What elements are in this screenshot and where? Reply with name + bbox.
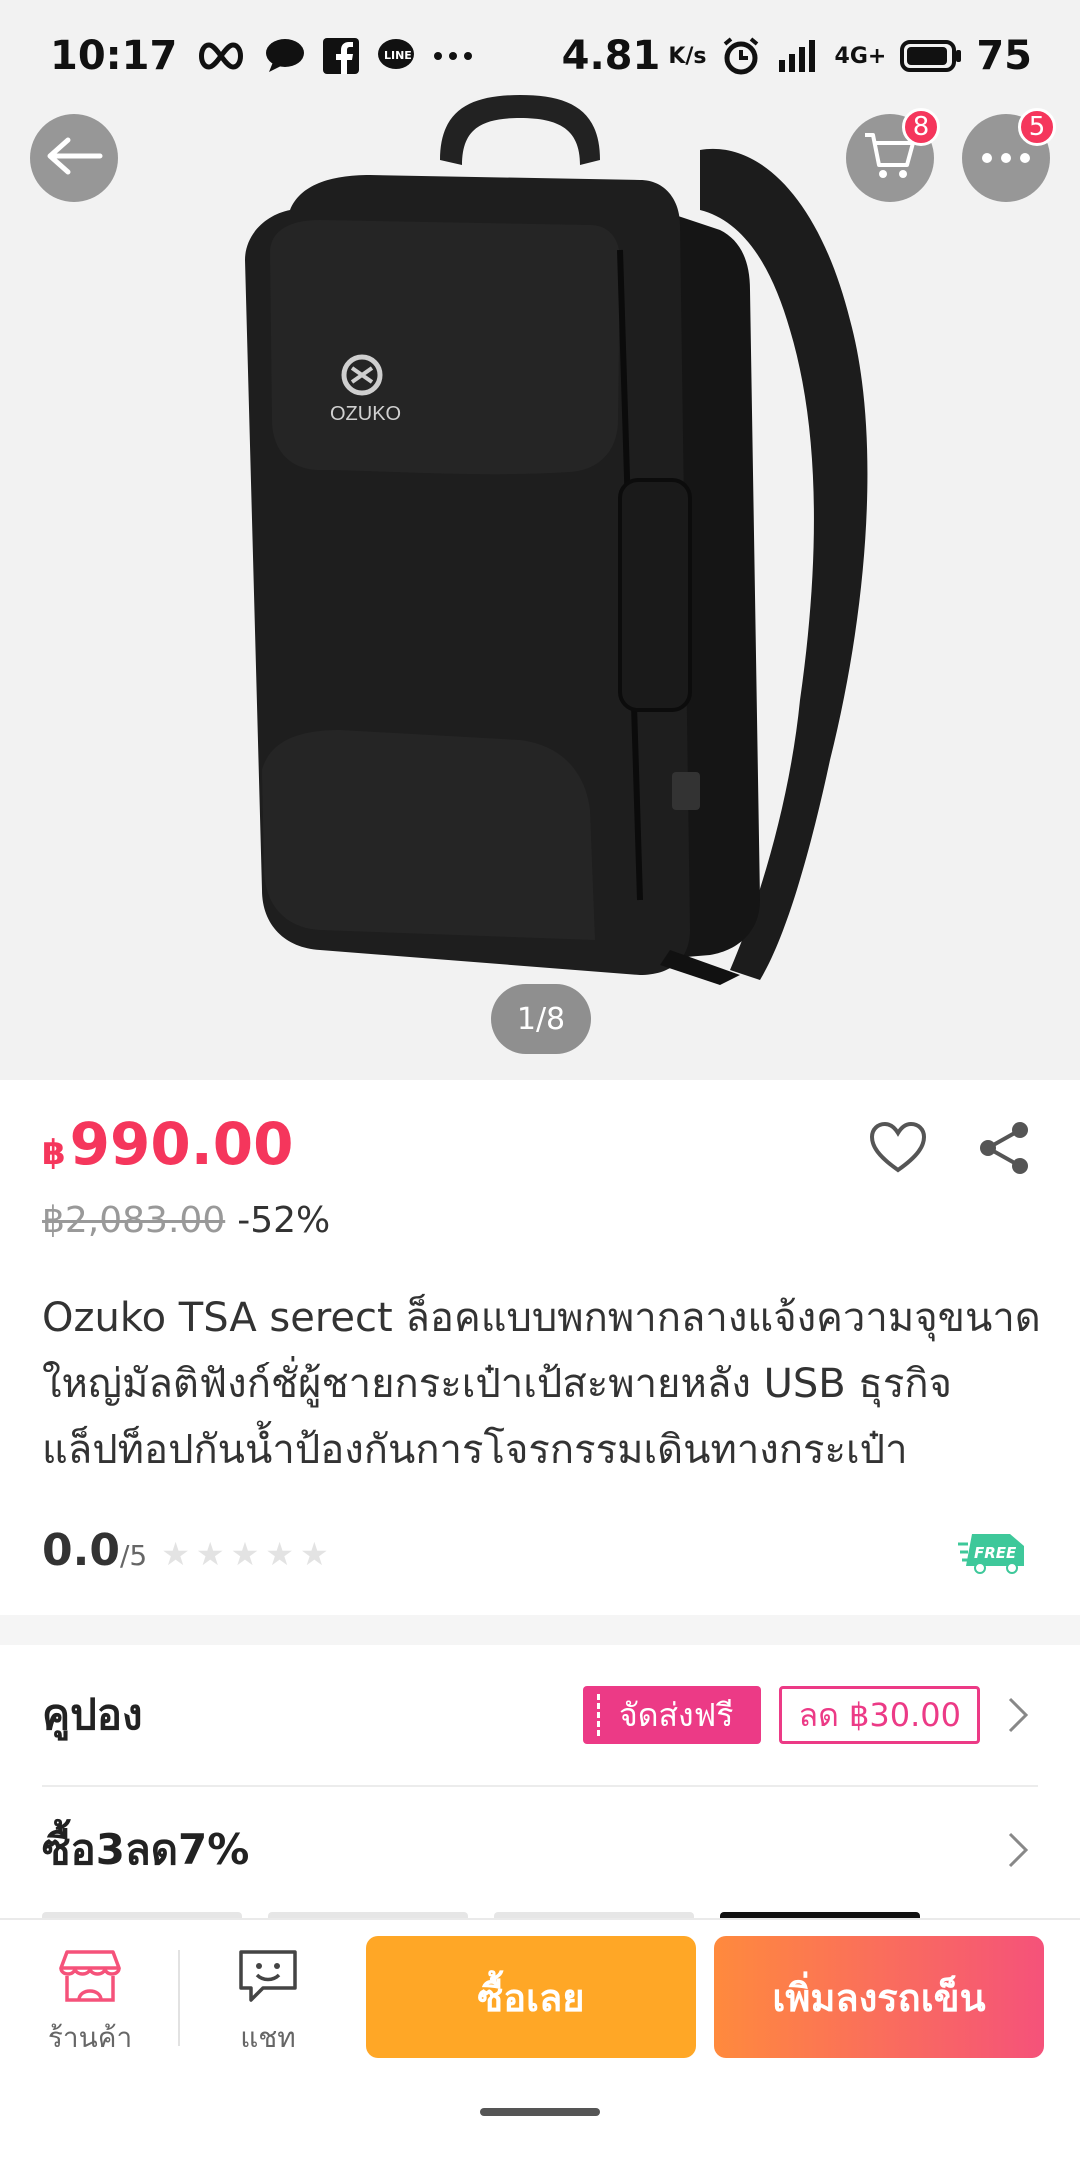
original-price: ฿2,083.00 (42, 1200, 226, 1241)
star-icon: ★ (230, 1535, 260, 1573)
share-button[interactable] (976, 1120, 1032, 1180)
currency-symbol: ฿ (42, 1133, 66, 1173)
coupon-label: คูปอง (42, 1690, 143, 1739)
nav-separator (178, 1950, 180, 2046)
network-speed: 4.81 (561, 33, 661, 79)
chevron-right-icon (998, 1696, 1038, 1734)
store-icon (59, 1948, 121, 2008)
svg-text:LINE: LINE (384, 49, 412, 62)
chat-nav-button[interactable]: แชท (208, 1948, 328, 2060)
coupon-row[interactable]: คูปอง จัดส่งฟรี ลด ฿30.00 (42, 1650, 1038, 1780)
network-type: 4G+ (834, 43, 887, 69)
star-icon: ★ (299, 1535, 329, 1573)
price-comparison: ฿2,083.00 -52% (42, 1200, 330, 1241)
cart-count-badge: 8 (902, 108, 940, 146)
status-time: 10:17 (50, 33, 178, 79)
shop-label: ร้านค้า (47, 2021, 133, 2054)
battery-icon (900, 40, 962, 72)
chevron-right-icon (998, 1831, 1038, 1869)
more-options-button[interactable]: 5 (962, 108, 1056, 202)
rating-max: /5 (119, 1539, 148, 1572)
free-tag-text: FREE (974, 1544, 1017, 1562)
chat-smile-icon (237, 1948, 299, 2008)
buy-now-button[interactable]: ซื้อเลย (366, 1936, 696, 2058)
current-price: 990.00 (69, 1110, 294, 1178)
favorite-button[interactable] (868, 1120, 928, 1180)
line-icon: LINE (377, 38, 415, 74)
add-to-cart-button[interactable]: เพิ่มลงรถเข็น (714, 1936, 1044, 2058)
status-bar: 10:17 LINE 4.81 K/s 4G+ 75 (0, 0, 1080, 112)
signal-icon (775, 38, 821, 74)
shop-nav-button[interactable]: ร้านค้า (30, 1948, 150, 2060)
star-icon: ★ (265, 1535, 294, 1573)
share-icon (976, 1122, 1032, 1180)
discount-coupon[interactable]: ลด ฿30.00 (779, 1686, 980, 1744)
price: ฿ 990.00 (42, 1110, 294, 1178)
alarm-icon (721, 36, 761, 76)
facebook-icon (323, 38, 360, 74)
bottom-action-bar: ร้านค้า แชท ซื้อเลย เพิ่มลงรถเข็น (0, 1918, 1080, 2088)
more-options-badge: 5 (1018, 108, 1056, 146)
star-icon: ★ (195, 1535, 225, 1573)
heart-icon (868, 1121, 928, 1180)
free-shipping-tag: FREE (958, 1530, 1028, 1578)
promotion-label: ซื้อ3ลด7% (42, 1825, 250, 1874)
product-title: Ozuko TSA serect ล็อคแบบพกพากลางแจ้งความ… (42, 1295, 1041, 1473)
promotion-row[interactable]: ซื้อ3ลด7% (42, 1785, 1038, 1915)
chat-label: แชท (240, 2021, 296, 2054)
chat-bubble-icon (265, 38, 305, 74)
network-speed-unit: K/s (668, 43, 707, 69)
image-pager: 1/8 (491, 984, 591, 1054)
discount-percent: -52% (237, 1200, 331, 1241)
free-shipping-coupon[interactable]: จัดส่งฟรี (582, 1686, 762, 1744)
brand-logo-text: OZUKO (330, 403, 401, 425)
rating: 0.0 /5 ★ ★ ★ ★ ★ (42, 1525, 329, 1576)
infinity-icon (195, 41, 247, 71)
star-rating: ★ ★ ★ ★ ★ (161, 1535, 328, 1573)
section-divider (0, 1615, 1080, 1645)
rating-value: 0.0 (42, 1525, 120, 1576)
arrow-left-icon (44, 136, 104, 180)
star-icon: ★ (161, 1535, 190, 1573)
more-dots-icon (433, 51, 473, 61)
back-button[interactable] (30, 114, 118, 202)
more-dots-icon (981, 149, 1031, 168)
home-indicator (480, 2108, 600, 2116)
battery-level: 75 (976, 33, 1032, 79)
cart-button[interactable]: 8 (846, 108, 940, 202)
